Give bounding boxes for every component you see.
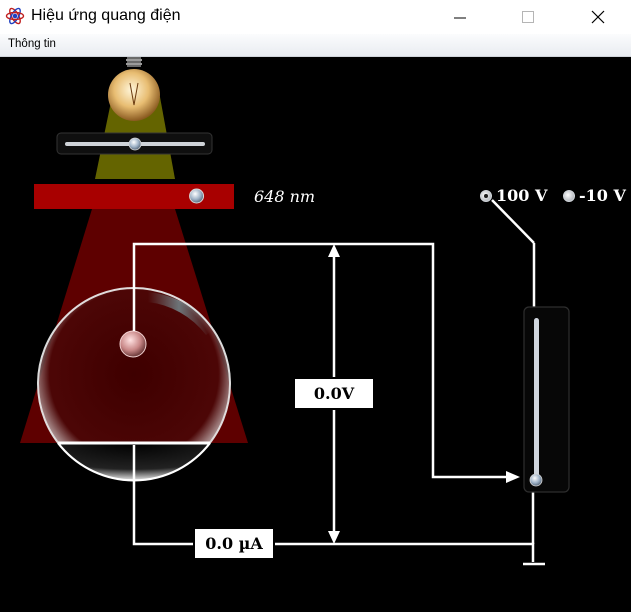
rheostat-slider-knob[interactable] <box>529 473 543 487</box>
voltmeter-arrow-down <box>328 531 340 544</box>
wavelength-slider[interactable] <box>34 184 234 209</box>
minimize-button[interactable] <box>437 0 483 34</box>
voltmeter-display: 0.0V <box>293 377 375 410</box>
voltmeter-arrow-up <box>328 244 340 257</box>
maximize-icon <box>522 11 534 23</box>
close-button[interactable] <box>575 0 621 34</box>
voltage-option-100v[interactable]: 100 V <box>480 186 547 205</box>
voltage-option-label: -10 V <box>579 186 626 205</box>
close-icon <box>591 10 605 24</box>
minimize-icon <box>454 17 466 19</box>
menu-bar: Thông tin <box>0 34 631 57</box>
simulation-canvas: 648 nm 100 V -10 V 0.0V 0.0 µA <box>0 57 631 612</box>
wavelength-label: 648 nm <box>254 187 316 206</box>
voltage-option-label: 100 V <box>496 186 548 205</box>
ammeter-display: 0.0 µA <box>193 527 275 560</box>
maximize-button[interactable] <box>505 0 551 34</box>
intensity-slider-knob[interactable] <box>128 137 142 151</box>
intensity-slider[interactable] <box>56 132 213 155</box>
anode-ball <box>119 330 147 358</box>
light-bulb-icon <box>108 57 160 121</box>
rheostat-arrow <box>506 471 520 483</box>
radio-unselected-icon <box>563 189 575 202</box>
window-title: Hiệu ứng quang điện <box>31 7 181 24</box>
simulation-scene <box>20 57 570 566</box>
wavelength-slider-knob[interactable] <box>189 188 205 204</box>
radio-selected-icon <box>480 189 492 202</box>
atom-icon <box>5 7 25 25</box>
menu-item-info[interactable]: Thông tin <box>8 38 56 50</box>
voltage-option-minus-10v[interactable]: -10 V <box>563 186 626 205</box>
rheostat-slider[interactable] <box>523 306 570 493</box>
title-bar: Hiệu ứng quang điện <box>0 0 631 34</box>
